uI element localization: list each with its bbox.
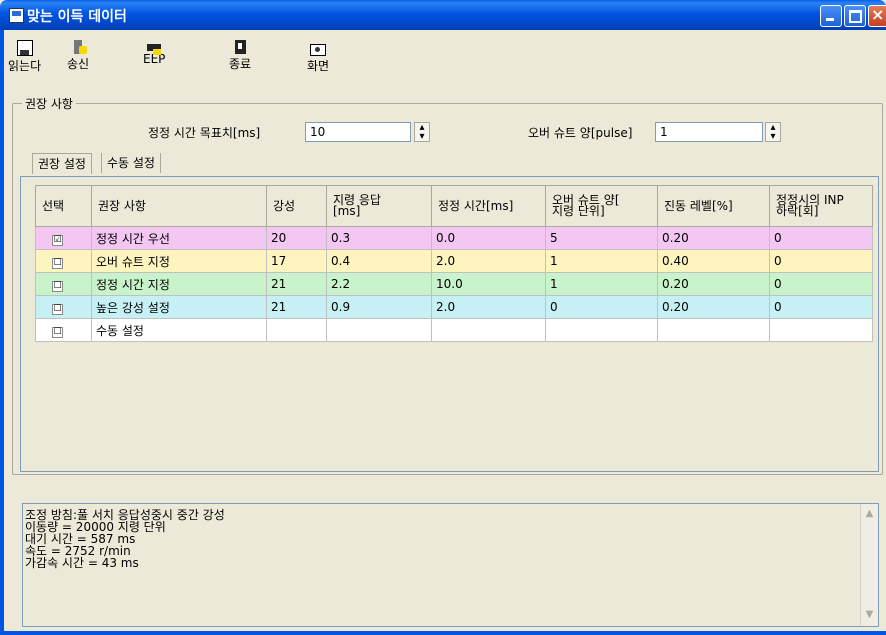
select-checkbox[interactable]: ☐ <box>52 280 63 292</box>
row-inp: 0 <box>769 249 873 273</box>
row-response: 2.2 <box>326 272 432 296</box>
maximize-button[interactable] <box>844 5 866 27</box>
send-button[interactable]: 송신 <box>67 40 89 72</box>
row-stiffness: 20 <box>266 226 327 250</box>
row-response <box>326 318 432 342</box>
col-header-overshoot[interactable]: 오버 슈트 양[ 지령 단위] <box>545 185 658 227</box>
tab-recommended[interactable]: 권장 설정 <box>32 153 92 174</box>
row-settle <box>431 318 546 342</box>
maximize-icon <box>849 10 862 23</box>
row-overshoot: 5 <box>545 226 658 250</box>
select-checkbox[interactable]: ☐ <box>52 257 63 269</box>
col-header-recommendation[interactable]: 권장 사항 <box>91 185 267 227</box>
eep-write-icon <box>147 44 162 55</box>
col-header-inp[interactable]: 정정시의 INP 하락[회] <box>769 185 873 227</box>
row-settle: 2.0 <box>431 249 546 273</box>
log-scrollbar[interactable]: ▲ ▼ <box>860 504 878 626</box>
table-row[interactable]: ☐ 정정 시간 지정 21 2.2 10.0 1 0.20 0 <box>35 272 873 296</box>
settle-target-input[interactable]: 10 <box>305 122 411 142</box>
row-name: 정정 시간 지정 <box>91 272 267 296</box>
window-frame-bottom <box>0 631 886 635</box>
settle-target-label: 정정 시간 목표치[ms] <box>148 126 261 140</box>
table-row[interactable]: ☐ 높은 강성 설정 21 0.9 2.0 0 0.20 0 <box>35 295 873 319</box>
group-title: 권장 사항 <box>22 95 76 112</box>
row-vibration: 0.40 <box>657 249 770 273</box>
row-stiffness: 21 <box>266 295 327 319</box>
col-header-stiffness[interactable]: 강성 <box>266 185 327 227</box>
row-name: 높은 강성 설정 <box>91 295 267 319</box>
log-line-accel: 가감속 시간 = 43 ms <box>25 556 139 570</box>
col-header-select[interactable]: 선택 <box>35 185 92 227</box>
col-header-response[interactable]: 지령 응답 [ms] <box>326 185 432 227</box>
table-row[interactable]: ☐ 수동 설정 <box>35 318 873 342</box>
read-label: 읽는다 <box>8 59 42 73</box>
row-response: 0.3 <box>326 226 432 250</box>
recommendation-table: 선택 권장 사항 강성 지령 응답 [ms] 정정 시간[ms] 오버 슈트 양… <box>35 185 873 342</box>
row-inp: 0 <box>769 295 873 319</box>
row-response: 0.4 <box>326 249 432 273</box>
select-checkbox[interactable]: ☑ <box>52 234 63 246</box>
select-checkbox[interactable]: ☐ <box>52 326 63 338</box>
row-inp <box>769 318 873 342</box>
row-name: 오버 슈트 지정 <box>91 249 267 273</box>
minimize-button[interactable] <box>820 5 842 27</box>
tuning-log[interactable]: 조정 방침:풀 서치 응답성중시 중간 강성 이동량 = 20000 지령 단위… <box>22 503 879 627</box>
minimize-icon <box>826 18 834 21</box>
row-overshoot <box>545 318 658 342</box>
camera-icon <box>310 44 327 56</box>
overshoot-label: 오버 슈트 양[pulse] <box>528 126 633 140</box>
overshoot-spinner[interactable]: ▴ ▾ <box>765 122 781 142</box>
row-overshoot: 0 <box>545 295 658 319</box>
row-vibration <box>657 318 770 342</box>
screen-button[interactable]: 화면 <box>307 40 329 74</box>
col-header-vibration[interactable]: 진동 레벨[%] <box>657 185 770 227</box>
scroll-up-icon[interactable]: ▲ <box>863 508 876 521</box>
overshoot-input[interactable]: 1 <box>655 122 763 142</box>
screen-label: 화면 <box>307 59 330 73</box>
exit-button[interactable]: 종료 <box>229 40 251 72</box>
app-icon <box>9 8 24 23</box>
window-title: 맞는 이득 데이터 <box>27 9 127 25</box>
send-label: 송신 <box>67 57 90 71</box>
select-checkbox[interactable]: ☐ <box>52 303 63 315</box>
row-name: 수동 설정 <box>91 318 267 342</box>
floppy-disk-icon <box>16 40 33 56</box>
send-icon <box>74 40 88 54</box>
row-stiffness: 21 <box>266 272 327 296</box>
table-row[interactable]: ☐ 오버 슈트 지정 17 0.4 2.0 1 0.40 0 <box>35 249 873 273</box>
row-stiffness: 17 <box>266 249 327 273</box>
row-settle: 10.0 <box>431 272 546 296</box>
row-inp: 0 <box>769 226 873 250</box>
row-vibration: 0.20 <box>657 272 770 296</box>
row-overshoot: 1 <box>545 249 658 273</box>
row-stiffness <box>266 318 327 342</box>
row-inp: 0 <box>769 272 873 296</box>
row-settle: 2.0 <box>431 295 546 319</box>
tab-manual[interactable]: 수동 설정 <box>101 153 161 173</box>
eep-button[interactable]: EEP <box>143 40 165 66</box>
table-row[interactable]: ☑ 정정 시간 우선 20 0.3 0.0 5 0.20 0 <box>35 226 873 250</box>
close-icon: × <box>871 5 885 24</box>
recommendation-grid: 선택 권장 사항 강성 지령 응답 [ms] 정정 시간[ms] 오버 슈트 양… <box>20 176 879 472</box>
settle-target-spinner[interactable]: ▴ ▾ <box>414 122 430 142</box>
exit-label: 종료 <box>229 57 252 71</box>
read-button[interactable]: 읽는다 <box>8 40 41 74</box>
title-bar[interactable]: 맞는 이득 데이터 × <box>0 0 886 30</box>
row-overshoot: 1 <box>545 272 658 296</box>
exit-door-icon <box>234 40 246 54</box>
window-frame-left <box>0 30 4 635</box>
row-name: 정정 시간 우선 <box>91 226 267 250</box>
row-vibration: 0.20 <box>657 295 770 319</box>
row-vibration: 0.20 <box>657 226 770 250</box>
col-header-settle-time[interactable]: 정정 시간[ms] <box>431 185 546 227</box>
row-response: 0.9 <box>326 295 432 319</box>
scroll-down-icon[interactable]: ▼ <box>863 609 876 622</box>
row-settle: 0.0 <box>431 226 546 250</box>
close-button[interactable]: × <box>868 5 886 27</box>
